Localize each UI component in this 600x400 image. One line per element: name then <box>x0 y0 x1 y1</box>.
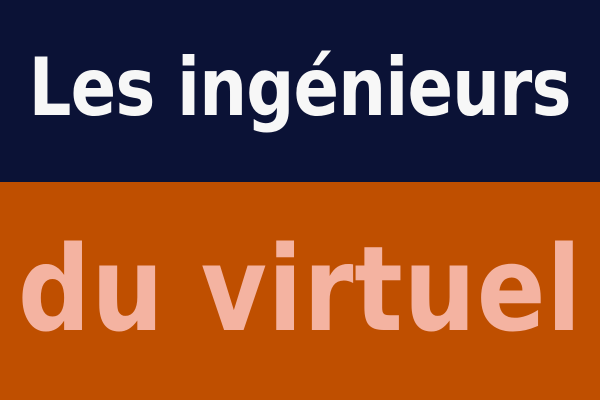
banner-title-line2: du virtuel <box>17 220 583 358</box>
banner-title-line1: Les ingénieurs <box>28 41 572 134</box>
title-banner: Les ingénieurs du virtuel <box>0 0 600 400</box>
banner-bottom-band: du virtuel <box>0 182 600 400</box>
banner-top-band: Les ingénieurs <box>0 0 600 182</box>
